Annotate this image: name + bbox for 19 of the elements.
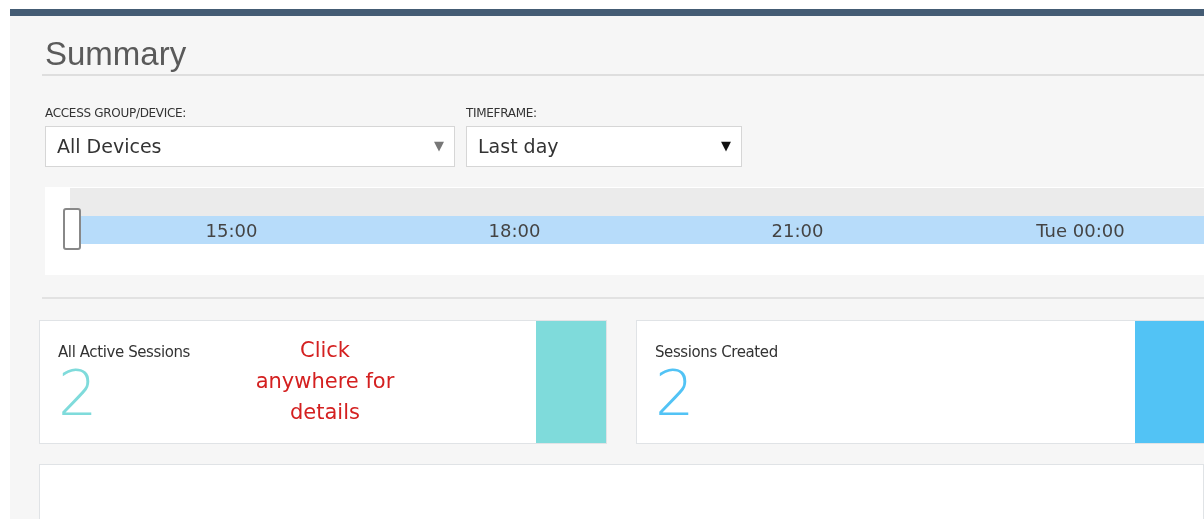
summary-card[interactable]: Sessions Created 2	[636, 319, 1204, 444]
axis-label: 18:00	[487, 218, 542, 243]
summary-card[interactable]: All Active Sessions 2 Click anywhere for details	[39, 319, 607, 444]
card-label: All Active Sessions	[58, 341, 190, 363]
axis-label: 15:00	[204, 218, 259, 243]
caret-icon: ▼	[721, 136, 731, 156]
field-label: TIMEFRAME:	[466, 104, 538, 122]
dropdown[interactable]: All Devices ▼	[45, 125, 455, 167]
card-value: 2	[655, 363, 695, 426]
callout-text: Click anywhere for details	[254, 336, 396, 426]
page-title: Summary	[45, 34, 188, 74]
dropdown[interactable]: Last day ▼	[466, 125, 742, 167]
caret-icon: ▼	[434, 136, 444, 156]
axis-label: Tue 00:00	[1035, 218, 1126, 243]
card-value: 2	[58, 363, 98, 426]
axis-label: 21:00	[770, 218, 825, 243]
card-label: Sessions Created	[655, 341, 778, 363]
field-label: ACCESS GROUP/DEVICE:	[45, 104, 188, 122]
slider-handle[interactable]	[63, 207, 81, 250]
